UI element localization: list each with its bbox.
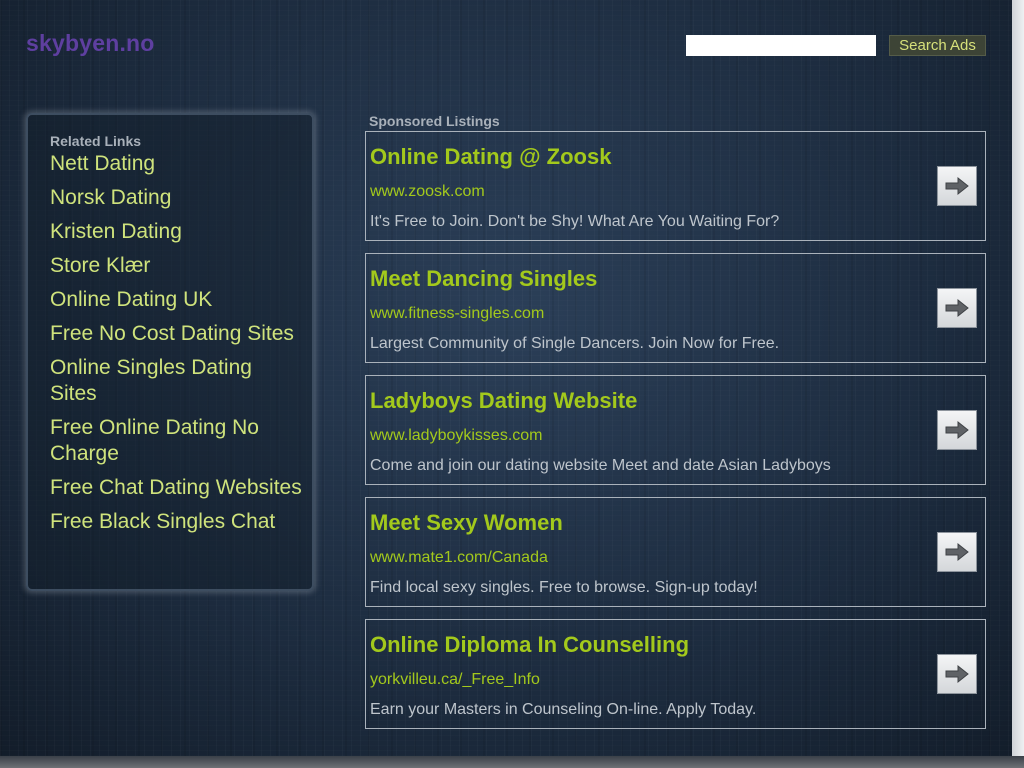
related-link[interactable]: Norsk Dating — [50, 185, 171, 211]
list-item: Norsk Dating — [50, 185, 302, 213]
search-input[interactable] — [686, 35, 876, 56]
list-item: Free Chat Dating Websites — [50, 475, 302, 503]
ad-listing: Meet Dancing Singles www.fitness-singles… — [365, 253, 986, 363]
arrow-right-icon — [945, 420, 969, 440]
arrow-right-icon — [945, 298, 969, 318]
search-ads-button[interactable]: Search Ads — [889, 35, 986, 56]
related-link[interactable]: Online Dating UK — [50, 287, 212, 313]
related-link[interactable]: Free Online Dating No Charge — [50, 415, 302, 467]
list-item: Nett Dating — [50, 151, 302, 179]
ad-title-link[interactable]: Online Diploma In Counselling — [370, 632, 689, 658]
ad-url-link[interactable]: www.zoosk.com — [370, 183, 485, 201]
ad-arrow-button[interactable] — [937, 532, 977, 572]
ad-listing: Meet Sexy Women www.mate1.com/Canada Fin… — [365, 497, 986, 607]
ad-title-link[interactable]: Meet Dancing Singles — [370, 266, 597, 292]
site-logo[interactable]: skybyen.no — [26, 30, 155, 57]
related-link[interactable]: Free Chat Dating Websites — [50, 475, 302, 501]
related-link[interactable]: Kristen Dating — [50, 219, 182, 245]
ad-arrow-button[interactable] — [937, 288, 977, 328]
ad-description: Largest Community of Single Dancers. Joi… — [370, 335, 780, 352]
arrow-right-icon — [945, 542, 969, 562]
ad-url-link[interactable]: www.mate1.com/Canada — [370, 549, 548, 567]
ad-description: Find local sexy singles. Free to browse.… — [370, 579, 758, 596]
browser-edge — [1012, 0, 1024, 768]
list-item: Store Klær — [50, 253, 302, 281]
related-link[interactable]: Free Black Singles Chat — [50, 509, 275, 535]
ad-title-link[interactable]: Ladyboys Dating Website — [370, 388, 637, 414]
ad-description: It's Free to Join. Don't be Shy! What Ar… — [370, 213, 780, 230]
ad-url-link[interactable]: www.fitness-singles.com — [370, 305, 544, 323]
arrow-right-icon — [945, 664, 969, 684]
ad-url-link[interactable]: www.ladyboykisses.com — [370, 427, 543, 445]
list-item: Online Dating UK — [50, 287, 302, 315]
related-links-panel: Related Links Nett Dating Norsk Dating K… — [26, 113, 314, 591]
related-link[interactable]: Nett Dating — [50, 151, 155, 177]
list-item: Free Black Singles Chat — [50, 509, 302, 537]
related-links-list: Nett Dating Norsk Dating Kristen Dating … — [50, 151, 302, 537]
related-links-heading: Related Links — [50, 133, 142, 149]
page: skybyen.no Search Ads Related Links Nett… — [0, 0, 1012, 768]
sponsored-listings-heading: Sponsored Listings — [369, 113, 500, 129]
ad-url-link[interactable]: yorkvilleu.ca/_Free_Info — [370, 671, 540, 689]
list-item: Online Singles Dating Sites — [50, 355, 302, 409]
ad-arrow-button[interactable] — [937, 654, 977, 694]
list-item: Kristen Dating — [50, 219, 302, 247]
ad-description: Earn your Masters in Counseling On-line.… — [370, 701, 757, 718]
ad-arrow-button[interactable] — [937, 166, 977, 206]
ad-listing: Ladyboys Dating Website www.ladyboykisse… — [365, 375, 986, 485]
related-link[interactable]: Free No Cost Dating Sites — [50, 321, 294, 347]
ad-title-link[interactable]: Meet Sexy Women — [370, 510, 563, 536]
related-link[interactable]: Online Singles Dating Sites — [50, 355, 302, 407]
ad-title-link[interactable]: Online Dating @ Zoosk — [370, 144, 611, 170]
ad-arrow-button[interactable] — [937, 410, 977, 450]
browser-edge — [0, 756, 1024, 768]
arrow-right-icon — [945, 176, 969, 196]
ad-description: Come and join our dating website Meet an… — [370, 457, 831, 474]
list-item: Free Online Dating No Charge — [50, 415, 302, 469]
ad-listing: Online Dating @ Zoosk www.zoosk.com It's… — [365, 131, 986, 241]
related-link[interactable]: Store Klær — [50, 253, 150, 279]
ad-listing: Online Diploma In Counselling yorkvilleu… — [365, 619, 986, 729]
list-item: Free No Cost Dating Sites — [50, 321, 302, 349]
